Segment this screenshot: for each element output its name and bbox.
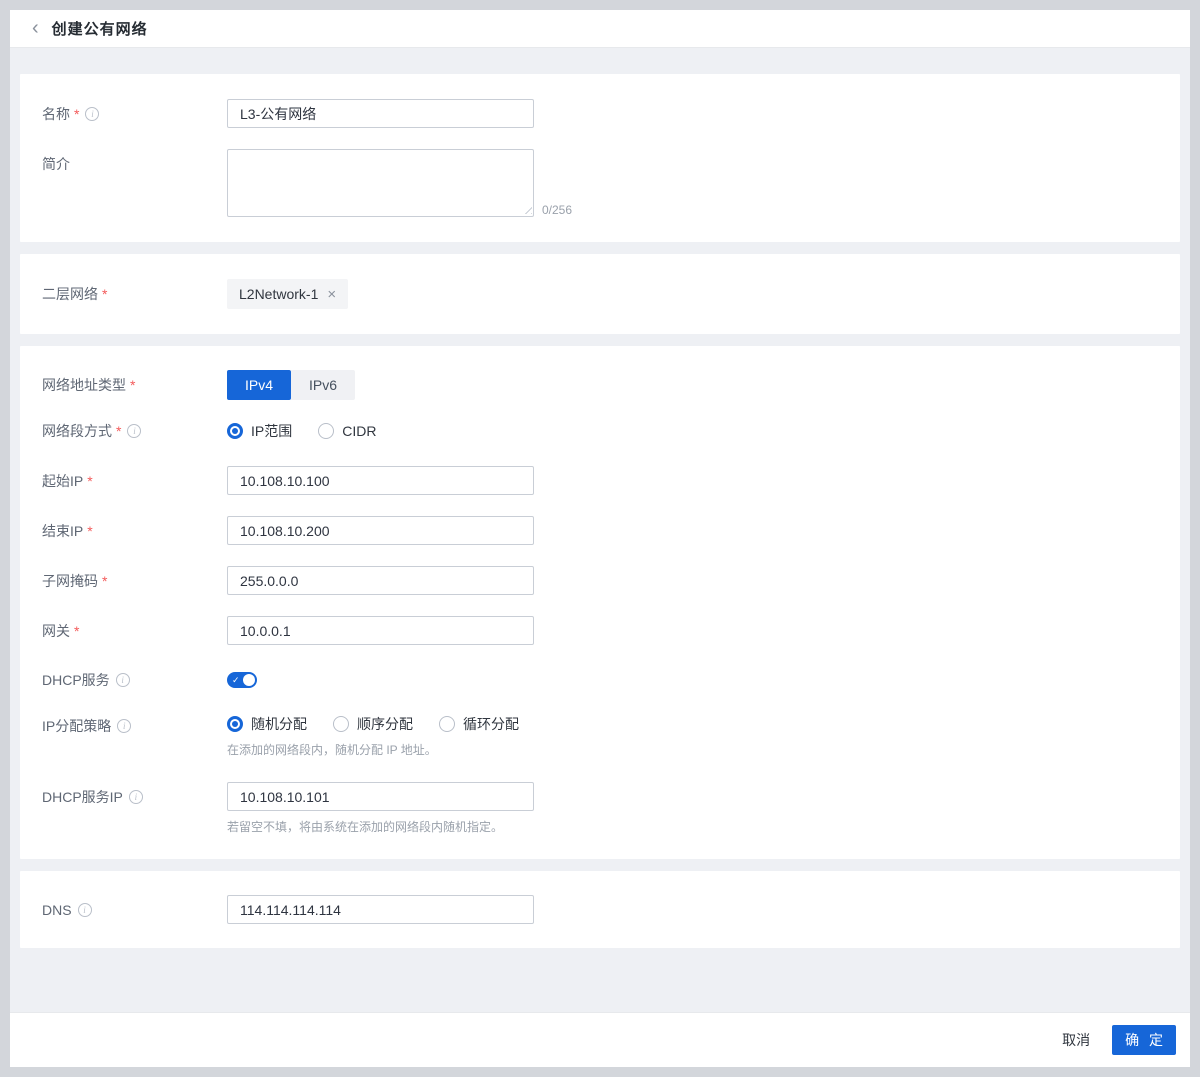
end-ip-input[interactable]: [227, 516, 534, 545]
dhcp-ip-input[interactable]: [227, 782, 534, 811]
dns-row: DNS i: [20, 895, 1180, 924]
l2-network-tag[interactable]: L2Network-1 ×: [227, 279, 349, 309]
confirm-button[interactable]: 确 定: [1112, 1025, 1176, 1055]
create-public-network-page: ‹ 创建公有网络 名称 * i 简介: [10, 10, 1190, 1067]
radio-unselected-icon: [318, 423, 335, 439]
segment-mode-radio-group: IP范围 CIDR: [227, 421, 376, 441]
l2-network-label: 二层网络: [42, 286, 98, 302]
required-marker: *: [130, 377, 136, 393]
required-marker: *: [74, 622, 80, 639]
segment-mode-row: 网络段方式 * i IP范围 CIDR: [20, 421, 1180, 441]
required-marker: *: [102, 286, 108, 302]
page-title: 创建公有网络: [51, 21, 148, 38]
tag-remove-icon[interactable]: ×: [327, 287, 336, 302]
gateway-label: 网关: [42, 622, 70, 639]
required-marker: *: [102, 572, 108, 589]
description-textarea[interactable]: [227, 149, 534, 217]
ip-alloc-help-text: 在添加的网络段内，随机分配 IP 地址。: [227, 743, 437, 757]
required-marker: *: [87, 472, 93, 489]
radio-selected-icon: [227, 423, 243, 439]
address-type-row: 网络地址类型 * IPv4 IPv6: [20, 370, 1180, 400]
window-frame: ‹ 创建公有网络 名称 * i 简介: [0, 0, 1200, 1077]
card-l2-network: 二层网络 * L2Network-1 ×: [20, 254, 1180, 334]
radio-unselected-icon: [439, 716, 455, 732]
segment-mode-label: 网络段方式: [42, 423, 112, 439]
ip-alloc-row: IP分配策略 i 随机分配 顺序分配 循环分配 在添加的网络段内，随机分配 IP…: [20, 714, 1180, 758]
card-dns: DNS i: [20, 871, 1180, 948]
end-ip-row: 结束IP *: [20, 516, 1180, 545]
description-label: 简介: [42, 156, 70, 172]
l2-network-row: 二层网络 * L2Network-1 ×: [20, 279, 1180, 309]
start-ip-input[interactable]: [227, 466, 534, 495]
info-icon[interactable]: i: [115, 673, 130, 687]
radio-ip-range[interactable]: IP范围: [227, 421, 292, 441]
toggle-knob: [243, 674, 255, 686]
netmask-label: 子网掩码: [42, 572, 98, 589]
address-type-segmented: IPv4 IPv6: [227, 370, 355, 400]
info-icon[interactable]: i: [127, 424, 142, 438]
start-ip-row: 起始IP *: [20, 466, 1180, 495]
end-ip-label: 结束IP: [42, 522, 84, 539]
tab-ipv4[interactable]: IPv4: [227, 370, 291, 400]
netmask-row: 子网掩码 *: [20, 566, 1180, 595]
netmask-input[interactable]: [227, 566, 534, 595]
ip-alloc-radio-group: 随机分配 顺序分配 循环分配: [227, 714, 519, 734]
radio-unselected-icon: [333, 716, 349, 732]
name-input[interactable]: [227, 99, 534, 128]
l2-network-tag-label: L2Network-1: [239, 286, 319, 302]
gateway-input[interactable]: [227, 616, 534, 645]
dns-input[interactable]: [227, 895, 534, 924]
cancel-button[interactable]: 取消: [1052, 1024, 1100, 1056]
dhcp-service-toggle[interactable]: ✓: [227, 672, 257, 688]
gateway-row: 网关 *: [20, 616, 1180, 645]
card-basic-info: 名称 * i 简介 0/256: [20, 74, 1180, 242]
char-counter: 0/256: [542, 203, 573, 217]
description-row: 简介 0/256: [20, 149, 1180, 217]
radio-cidr[interactable]: CIDR: [318, 423, 376, 439]
card-network-settings: 网络地址类型 * IPv4 IPv6 网络段方式 * i IP范围 CIDR 起…: [20, 346, 1180, 859]
required-marker: *: [74, 105, 80, 122]
info-icon[interactable]: i: [128, 790, 143, 804]
radio-cyclic-alloc[interactable]: 循环分配: [439, 714, 519, 734]
info-icon[interactable]: i: [77, 902, 92, 917]
footer-actions: 取消 确 定: [10, 1012, 1190, 1067]
dhcp-service-label: DHCP服务: [42, 672, 110, 688]
tab-ipv6[interactable]: IPv6: [291, 370, 355, 400]
dhcp-ip-help-text: 若留空不填，将由系统在添加的网络段内随机指定。: [227, 820, 504, 834]
name-label: 名称: [42, 105, 70, 122]
radio-selected-icon: [227, 716, 243, 732]
required-marker: *: [87, 522, 93, 539]
info-icon[interactable]: i: [85, 106, 100, 121]
address-type-label: 网络地址类型: [42, 377, 126, 393]
info-icon[interactable]: i: [117, 719, 132, 733]
toggle-check-icon: ✓: [232, 675, 240, 685]
dhcp-ip-row: DHCP服务IP i 若留空不填，将由系统在添加的网络段内随机指定。: [20, 782, 1180, 835]
back-icon[interactable]: ‹: [32, 18, 39, 38]
form-content: 名称 * i 简介 0/256: [10, 48, 1190, 1012]
dhcp-service-row: DHCP服务 i ✓: [20, 670, 1180, 690]
required-marker: *: [116, 423, 122, 439]
dns-label: DNS: [42, 901, 72, 918]
radio-random-alloc[interactable]: 随机分配: [227, 714, 307, 734]
ip-alloc-label: IP分配策略: [42, 718, 112, 734]
page-header: ‹ 创建公有网络: [10, 10, 1190, 48]
dhcp-ip-label: DHCP服务IP: [42, 789, 123, 805]
start-ip-label: 起始IP: [42, 472, 84, 489]
radio-sequential-alloc[interactable]: 顺序分配: [333, 714, 413, 734]
name-row: 名称 * i: [20, 99, 1180, 128]
